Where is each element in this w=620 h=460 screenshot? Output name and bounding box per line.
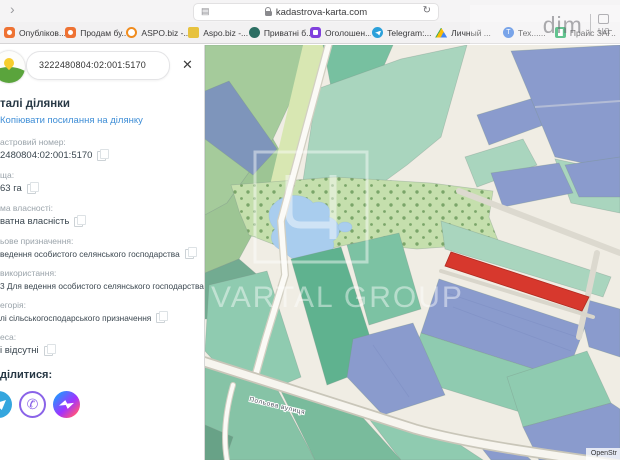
- copy-icon[interactable]: [185, 249, 194, 259]
- sheets-icon: [555, 27, 566, 38]
- panel-map-divider: [204, 45, 205, 460]
- copy-icon[interactable]: [156, 313, 165, 323]
- lock-icon: [265, 11, 272, 16]
- bookmark-item[interactable]: Продам бу...: [65, 22, 126, 43]
- parcel-details-panel: 3222480804:02:001:5170 ✕ талі ділянки Ко…: [0, 45, 205, 460]
- share-title: ділитися:: [0, 369, 205, 381]
- field-cadastral-number: астровий номер: 2480804:02:001:5170: [0, 137, 205, 161]
- bookmark-item[interactable]: Приватні б...: [249, 22, 310, 43]
- forward-nav-icon[interactable]: ›: [10, 1, 15, 17]
- bookmark-favicon: [249, 27, 260, 38]
- copy-icon[interactable]: [44, 346, 53, 356]
- share-telegram-icon[interactable]: [0, 391, 12, 418]
- site-logo-icon: [0, 51, 25, 83]
- bookmark-favicon: [188, 27, 199, 38]
- browser-window: › ▤ kadastrova-karta.com ↻ Опубліков... …: [0, 0, 620, 460]
- bookmark-favicon: [65, 27, 76, 38]
- bookmark-item[interactable]: Aspo.biz -...: [188, 22, 249, 43]
- bookmark-item[interactable]: Личный ...: [432, 22, 493, 43]
- cadastral-search-input[interactable]: 3222480804:02:001:5170: [26, 51, 170, 80]
- reader-view-icon[interactable]: ▤: [201, 6, 210, 17]
- map-watermark-text: VARTAL GROUP: [211, 281, 464, 314]
- field-use-type: використання: 3 Для ведення особистого с…: [0, 268, 205, 291]
- bookmark-favicon: [126, 27, 137, 38]
- close-icon[interactable]: ✕: [182, 57, 193, 73]
- bookmark-item[interactable]: Оголошен...: [310, 22, 371, 43]
- bookmark-favicon: [503, 27, 514, 38]
- bookmark-item[interactable]: Прайс ЗАГ...: [555, 22, 616, 43]
- field-category: егорія: лі сільськогосподарського призна…: [0, 300, 205, 323]
- cadastral-map[interactable]: Польова вулиця VARTAL GROUP OpenStr: [205, 45, 620, 460]
- url-text[interactable]: kadastrova-karta.com: [276, 7, 367, 18]
- bookmark-item[interactable]: Тех......: [494, 22, 555, 43]
- bookmark-item[interactable]: Telegram:...: [371, 22, 432, 43]
- address-bar[interactable]: ▤ kadastrova-karta.com ↻: [193, 3, 439, 21]
- telegram-icon: [372, 27, 383, 38]
- reload-icon[interactable]: ↻: [423, 5, 431, 16]
- field-ownership: ма власності: ватна власність: [0, 203, 205, 227]
- bookmark-favicon: [310, 27, 321, 38]
- share-messenger-icon[interactable]: [53, 391, 80, 418]
- search-value: 3222480804:02:001:5170: [27, 52, 169, 79]
- bookmark-item[interactable]: Опубліков...: [4, 22, 65, 43]
- copy-link-button[interactable]: Копіювати посилання на ділянку: [0, 115, 205, 126]
- copy-icon[interactable]: [74, 217, 83, 227]
- share-viber-icon[interactable]: ✆: [19, 391, 46, 418]
- browser-toolbar: › ▤ kadastrova-karta.com ↻: [0, 0, 620, 23]
- bookmark-favicon: [4, 27, 15, 38]
- field-purpose: ьове призначення: ведення особистого сел…: [0, 236, 205, 259]
- copy-icon[interactable]: [27, 184, 36, 194]
- copy-icon[interactable]: [97, 151, 106, 161]
- drive-icon: [435, 28, 447, 38]
- map-attribution[interactable]: OpenStr: [586, 448, 620, 460]
- field-address: еса: і відсутні: [0, 332, 205, 356]
- bookmark-item[interactable]: ASPO.biz -...: [126, 22, 187, 43]
- panel-title: талі ділянки: [0, 98, 205, 110]
- field-area: ща: 63 га: [0, 170, 205, 194]
- bookmarks-bar: Опубліков... Продам бу... ASPO.biz -... …: [0, 22, 620, 44]
